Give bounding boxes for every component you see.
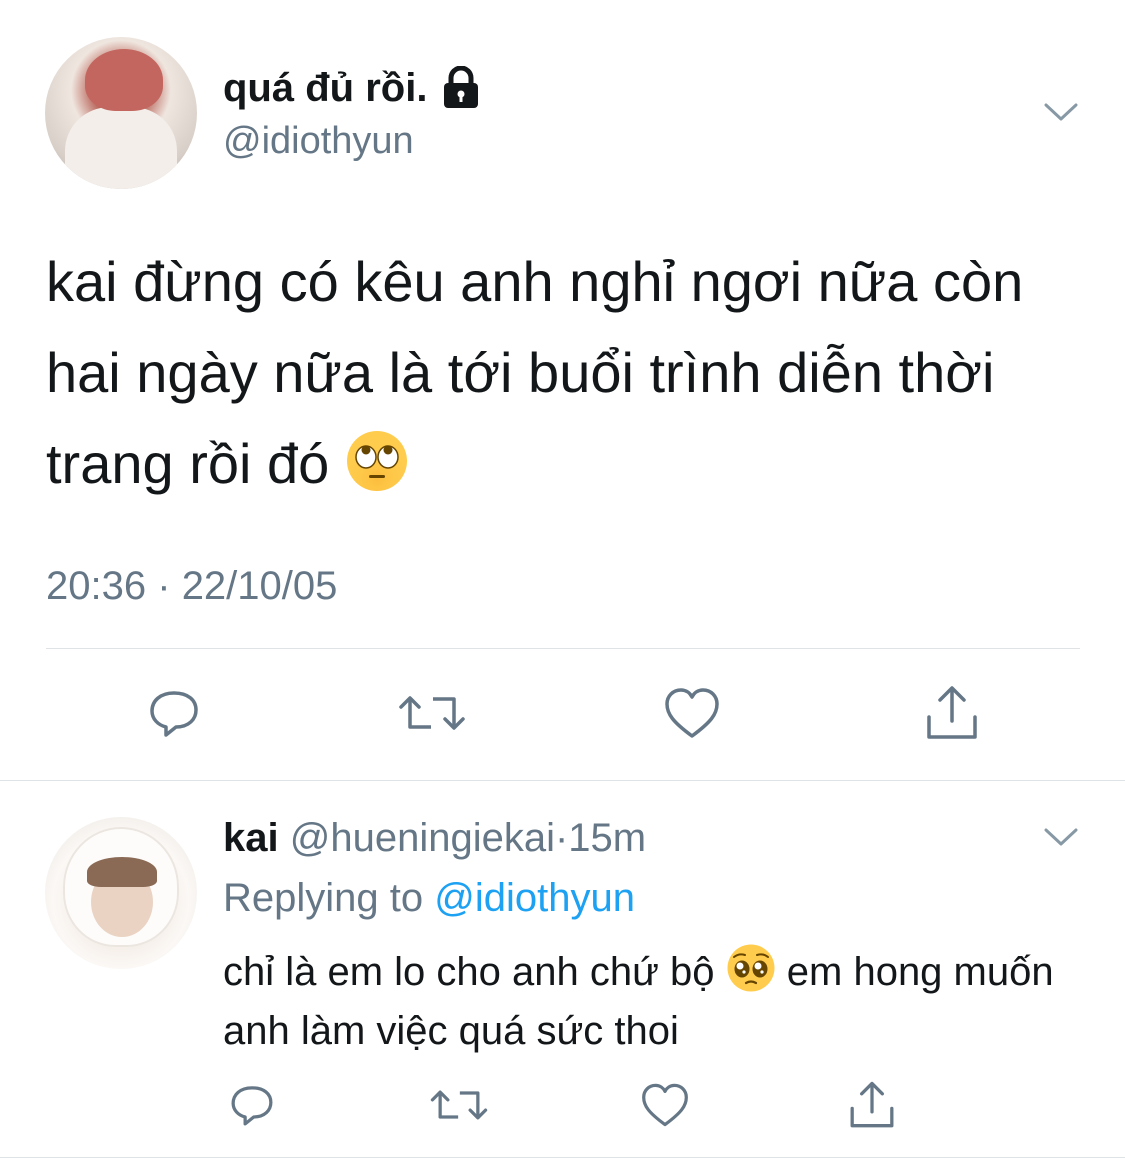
tweet-timestamp: 20:36 · 22/10/05 [46, 560, 337, 612]
avatar-hair [85, 49, 163, 111]
reply-author-avatar[interactable] [45, 817, 197, 969]
like-button[interactable] [657, 678, 727, 748]
tweet-body: kai đừng có kêu anh nghỉ ngơi nữa còn ha… [46, 250, 1024, 495]
reply-separator: · [554, 816, 569, 860]
tweet-date: 22/10/05 [181, 564, 338, 608]
chevron-down-icon[interactable] [1044, 102, 1078, 122]
retweet-icon [399, 696, 465, 730]
replying-to-line: Replying to @idiothyun [223, 872, 635, 924]
reply-author-handle[interactable]: @hueningiekai [290, 816, 555, 860]
divider [46, 648, 1080, 649]
avatar-hair [87, 857, 157, 887]
rolling-eyes-emoji-icon [345, 428, 409, 492]
bottom-divider [0, 1157, 1125, 1158]
share-icon [927, 686, 977, 739]
reply-icon [231, 1086, 273, 1126]
reply-retweet-button[interactable] [424, 1070, 494, 1140]
reply-like-button[interactable] [630, 1070, 700, 1140]
reply-share-button[interactable] [837, 1070, 907, 1140]
reply-text: chỉ là em lo cho anh chứ bộ em hong muốn… [223, 943, 1103, 1061]
tweet-separator [0, 780, 1125, 781]
reply-author-name[interactable]: kai [223, 816, 279, 860]
replying-mention-link[interactable]: @idiothyun [434, 876, 635, 920]
tweet-time: 20:36 [46, 564, 147, 608]
author-handle[interactable]: @idiothyun [223, 116, 414, 166]
reply-age: 15m [568, 816, 647, 860]
like-icon [642, 1083, 688, 1127]
replying-label: Replying to [223, 876, 424, 920]
tweet-text: kai đừng có kêu anh nghỉ ngơi nữa còn ha… [46, 236, 1096, 509]
author-name-row[interactable]: quá đủ rồi. [223, 62, 481, 114]
reply-button[interactable] [139, 678, 209, 748]
retweet-icon [430, 1090, 488, 1120]
reply-chevron-down-icon[interactable] [1044, 827, 1078, 847]
share-icon [850, 1081, 894, 1128]
like-icon [665, 688, 719, 738]
reply-header: kai @hueningiekai·15m [223, 812, 646, 864]
lock-icon [441, 65, 481, 110]
timestamp-separator: · [157, 564, 171, 608]
pleading-face-emoji-icon [726, 943, 776, 993]
author-name[interactable]: quá đủ rồi. [223, 62, 427, 114]
avatar-figure [65, 107, 177, 189]
author-avatar[interactable] [45, 37, 197, 189]
reply-reply-button[interactable] [217, 1070, 287, 1140]
retweet-button[interactable] [397, 678, 467, 748]
reply-body-start: chỉ là em lo cho anh chứ bộ [223, 950, 715, 994]
share-button[interactable] [917, 678, 987, 748]
reply-icon [150, 691, 198, 737]
